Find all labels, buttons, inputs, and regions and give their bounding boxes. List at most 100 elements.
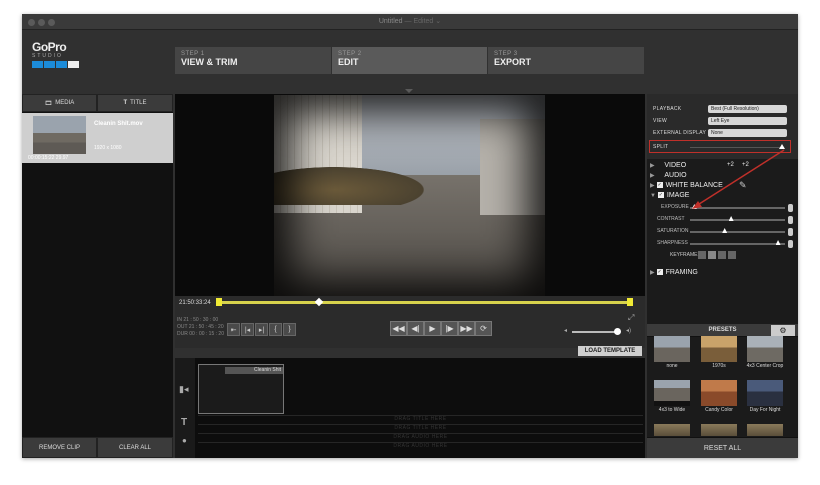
slider-label-contrast: CONTRAST xyxy=(657,216,685,222)
go-in-button[interactable]: |◂ xyxy=(241,323,254,336)
tab-media[interactable]: 🎞 MEDIA xyxy=(22,94,97,112)
annotation-arrow xyxy=(692,149,785,209)
preset-label: Day For Night xyxy=(749,407,781,413)
white-balance-checkbox[interactable]: ✓ xyxy=(656,182,663,189)
play-button[interactable]: ▶ xyxy=(424,321,441,336)
slider-label-sharpness: SHARPNESS xyxy=(657,240,688,246)
trim-bar[interactable] xyxy=(218,301,631,304)
collapse-icon: ▼ xyxy=(650,193,656,199)
step-back-button[interactable]: ◀| xyxy=(407,321,424,336)
section-framing[interactable]: ▶ ✓ FRAMING xyxy=(650,269,698,276)
reset-all-button[interactable]: RESET ALL xyxy=(647,437,798,458)
volume-knob[interactable] xyxy=(614,328,621,335)
section-video[interactable]: ▶ VIDEO xyxy=(650,162,686,169)
slider-track-contrast[interactable] xyxy=(690,219,785,221)
logo-squares xyxy=(32,61,79,68)
clip-name: Cleanin Shit.mov xyxy=(94,121,143,127)
slider-track-sharpness[interactable] xyxy=(690,243,785,245)
prev-marker-button[interactable]: { xyxy=(269,323,282,336)
external-display-select[interactable]: None xyxy=(708,129,787,137)
preset-thumbnail[interactable] xyxy=(654,424,690,436)
trim-out-handle[interactable] xyxy=(627,298,633,306)
slider-track-saturation[interactable] xyxy=(690,231,785,233)
timecode: 21:50:33:24 xyxy=(179,300,211,306)
trim-in-handle[interactable] xyxy=(216,298,222,306)
preset-label: 4x3 to Wide xyxy=(658,407,686,413)
section-image[interactable]: ▼ ✓ IMAGE xyxy=(650,192,689,199)
keyframes-label: KEYFRAMES xyxy=(670,252,701,258)
expand-icon: ▶ xyxy=(650,163,655,169)
expand-icon: ▶ xyxy=(650,173,655,179)
remove-clip-button[interactable]: REMOVE CLIP xyxy=(22,437,97,458)
fast-forward-button[interactable]: ▶▶ xyxy=(458,321,475,336)
preset-thumbnail[interactable] xyxy=(654,336,690,362)
volume-low-icon: ◂ xyxy=(564,328,568,334)
audio-track-icon: ● xyxy=(182,436,187,445)
fullscreen-icon[interactable]: ⤢ xyxy=(628,313,634,323)
section-audio[interactable]: ▶ AUDIO xyxy=(650,172,687,179)
audio-drop-zone[interactable]: DRAG AUDIO HERE xyxy=(198,442,643,450)
title-drop-zone[interactable]: DRAG TITLE HERE xyxy=(198,424,643,432)
keyframe-prev-button[interactable] xyxy=(698,251,706,259)
playback-select[interactable]: Best (Full Resolution) xyxy=(708,105,787,113)
title-drop-zone[interactable]: DRAG TITLE HERE xyxy=(198,415,643,423)
tab-title[interactable]: T TITLE xyxy=(97,94,173,112)
edited-status: — Edited ⌄ xyxy=(404,18,442,25)
preset-label: none xyxy=(666,363,678,369)
loop-button[interactable]: ⟳ xyxy=(475,321,492,336)
logo-brand: GoPro xyxy=(32,40,67,54)
keyframe-add-button[interactable] xyxy=(708,251,716,259)
preset-thumbnail[interactable] xyxy=(654,380,690,406)
clip-duration: 00:00:15:22 29.97 xyxy=(28,155,69,161)
volume-slider[interactable] xyxy=(572,331,618,333)
clip-resolution: 1920 x 1080 xyxy=(94,145,122,151)
view-select[interactable]: Left Eye xyxy=(708,117,787,125)
slider-label-exposure: EXPOSURE xyxy=(661,204,689,210)
slider-stepper[interactable] xyxy=(788,216,793,224)
title-track-icon: T xyxy=(181,417,188,428)
rewind-button[interactable]: ◀◀ xyxy=(390,321,407,336)
step-indicator xyxy=(405,89,413,93)
logo-sub: STUDIO xyxy=(32,53,63,59)
title-bar: Untitled — Edited ⌄ xyxy=(22,14,798,30)
step-export[interactable]: STEP 3 EXPORT xyxy=(488,47,644,74)
preset-thumbnail[interactable] xyxy=(747,424,783,436)
keyframe-delete-button[interactable] xyxy=(728,251,736,259)
preset-thumbnail[interactable] xyxy=(701,336,737,362)
image-checkbox[interactable]: ✓ xyxy=(657,192,664,199)
audio-drop-zone[interactable]: DRAG AUDIO HERE xyxy=(198,433,643,441)
gopro-logo: GoPro STUDIO xyxy=(32,41,79,68)
preset-thumbnail[interactable] xyxy=(747,380,783,406)
external-display-label: EXTERNAL DISPLAY xyxy=(653,130,707,136)
next-marker-button[interactable]: } xyxy=(283,323,296,336)
view-label: VIEW xyxy=(653,118,667,124)
load-template-button[interactable]: LOAD TEMPLATE xyxy=(578,346,642,356)
in-out-readout: IN 21 : 50 : 30 : 00 OUT 21 : 50 : 45 : … xyxy=(177,317,224,337)
video-track-icon: ▮◂ xyxy=(179,384,189,394)
mark-in-button[interactable]: ⇤ xyxy=(227,323,240,336)
slider-stepper[interactable] xyxy=(788,228,793,236)
keyframe-next-button[interactable] xyxy=(718,251,726,259)
slider-stepper[interactable] xyxy=(788,240,793,248)
preset-thumbnail[interactable] xyxy=(701,424,737,436)
clear-all-button[interactable]: CLEAR ALL xyxy=(97,437,173,458)
video-frame xyxy=(274,95,545,299)
presets-gear-icon[interactable]: ⚙ xyxy=(771,325,795,336)
clip-thumbnail xyxy=(33,116,86,154)
framing-checkbox[interactable]: ✓ xyxy=(656,269,663,276)
preset-thumbnail[interactable] xyxy=(701,380,737,406)
step-forward-button[interactable]: |▶ xyxy=(441,321,458,336)
expand-icon: ▶ xyxy=(650,270,655,276)
preset-thumbnail[interactable] xyxy=(747,336,783,362)
go-out-button[interactable]: ▸| xyxy=(255,323,268,336)
step-view-trim[interactable]: STEP 1 VIEW & TRIM xyxy=(175,47,331,74)
preset-label: 4x3 Center Crop xyxy=(746,363,784,369)
step-edit[interactable]: STEP 2 EDIT xyxy=(332,47,487,74)
timeline-clip-name: Cleanin Shit xyxy=(225,367,283,374)
split-label: SPLIT xyxy=(653,144,669,150)
playback-label: PLAYBACK xyxy=(653,106,682,112)
window-title: Untitled — Edited ⌄ xyxy=(378,18,442,25)
film-icon: 🎞 xyxy=(44,100,53,107)
slider-label-saturation: SATURATION xyxy=(657,228,689,234)
preset-label: Candy Color xyxy=(705,407,733,413)
